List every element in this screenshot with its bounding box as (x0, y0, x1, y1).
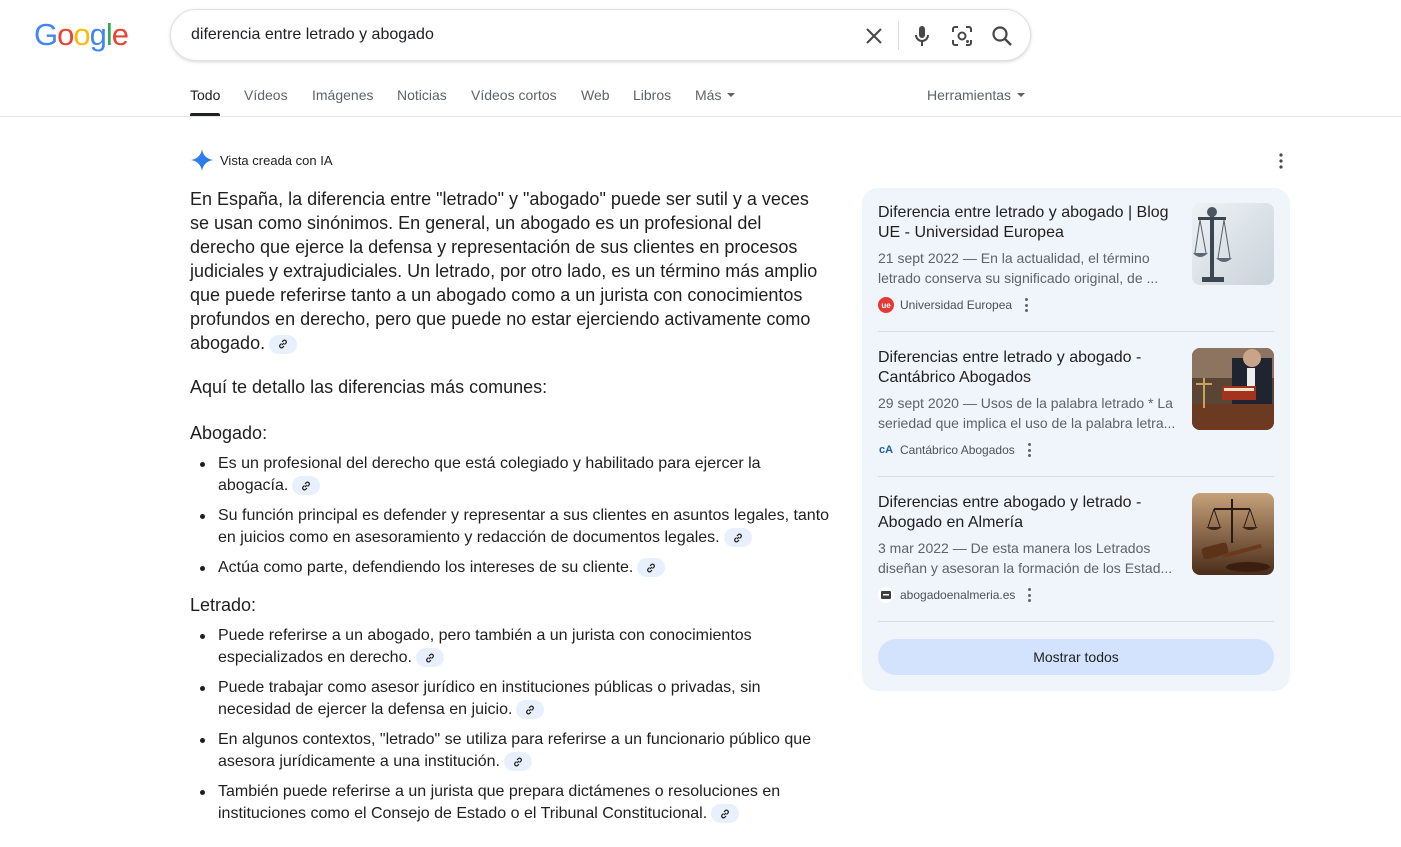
search-divider (898, 21, 899, 50)
source-title[interactable]: Diferencias entre letrado y abogado - Ca… (878, 348, 1178, 388)
tools-button[interactable]: Herramientas (927, 87, 1026, 103)
list-item-text: También puede referirse a un jurista que… (218, 783, 781, 822)
list-item: Su función principal es defender y repre… (190, 505, 830, 549)
letrado-list: Puede referirse a un abogado, pero tambi… (190, 625, 830, 825)
ai-overview-label: Vista creada con IA (220, 152, 333, 168)
card-divider (878, 476, 1274, 477)
tab-videos-cortos[interactable]: Vídeos cortos (471, 87, 557, 103)
cantabrico-favicon-icon: cA (878, 444, 894, 456)
chevron-down-icon (727, 93, 736, 98)
ai-overview-content: En España, la diferencia entre "letrado"… (190, 187, 830, 833)
scales-of-justice-image[interactable] (1192, 203, 1274, 285)
tab-libros[interactable]: Libros (633, 87, 671, 103)
list-item: Puede trabajar como asesor jurídico en i… (190, 677, 830, 721)
more-options-icon[interactable] (1274, 152, 1288, 170)
list-item: En algunos contextos, "letrado" se utili… (190, 729, 830, 773)
tab-mas[interactable]: Más (695, 87, 736, 103)
list-item-text: Puede referirse a un abogado, pero tambi… (218, 627, 752, 666)
judge-gavel-image[interactable] (1192, 493, 1274, 575)
list-item-text: Actúa como parte, defendiendo los intere… (218, 559, 634, 576)
source-title[interactable]: Diferencias entre abogado y letrado - Ab… (878, 493, 1178, 533)
search-input[interactable]: diferencia entre letrado y abogado (191, 26, 434, 44)
header-divider (0, 116, 1401, 117)
ai-overview-header: Vista creada con IA (190, 148, 333, 172)
search-icon[interactable] (989, 23, 1015, 49)
ai-intro-paragraph: En España, la diferencia entre "letrado"… (190, 187, 830, 355)
source-card[interactable]: Diferencias entre letrado y abogado - Ca… (878, 333, 1274, 477)
source-card[interactable]: Diferencia entre letrado y abogado | Blo… (878, 188, 1274, 332)
source-card[interactable]: Diferencias entre abogado y letrado - Ab… (878, 478, 1274, 622)
card-divider (878, 621, 1274, 622)
chevron-down-icon (1017, 93, 1026, 98)
tools-label: Herramientas (927, 87, 1012, 103)
tab-mas-label: Más (695, 87, 722, 103)
logo-letter: e (111, 17, 129, 52)
section-heading-abogado: Abogado: (190, 423, 268, 443)
abogado-list: Es un profesional del derecho que está c… (190, 453, 830, 579)
lawyer-reading-book-image[interactable] (1192, 348, 1274, 430)
tab-todo[interactable]: Todo (190, 87, 220, 103)
citation-link-icon[interactable] (503, 752, 532, 772)
citation-link-icon[interactable] (637, 558, 666, 578)
list-item-text: Puede trabajar como asesor jurídico en i… (218, 679, 761, 718)
list-item: Actúa como parte, defendiendo los intere… (190, 557, 830, 579)
citation-link-icon[interactable] (415, 648, 444, 668)
logo-letter: g (89, 17, 107, 52)
citation-link-icon[interactable] (269, 334, 298, 354)
source-site[interactable]: cA Cantábrico Abogados (878, 442, 1032, 458)
citation-link-icon[interactable] (711, 804, 740, 824)
source-title[interactable]: Diferencia entre letrado y abogado | Blo… (878, 203, 1178, 243)
citation-link-icon[interactable] (723, 528, 752, 548)
source-snippet: 21 sept 2022 — En la actualidad, el térm… (878, 250, 1159, 286)
more-options-icon[interactable] (1027, 443, 1032, 457)
source-site-name: Universidad Europea (900, 298, 1013, 312)
tab-videos[interactable]: Vídeos (244, 87, 288, 103)
citation-link-icon[interactable] (292, 476, 321, 496)
card-divider (878, 331, 1274, 332)
tab-web[interactable]: Web (581, 87, 610, 103)
source-snippet: 3 mar 2022 — De esta manera los Letrados… (878, 540, 1173, 576)
more-options-icon[interactable] (1025, 298, 1029, 312)
source-snippet: 29 sept 2020 — Usos de la palabra letrad… (878, 395, 1176, 431)
source-site[interactable]: ue Universidad Europea (878, 297, 1029, 313)
source-site-name: abogadoenalmeria.es (900, 588, 1016, 602)
list-item: Puede referirse a un abogado, pero tambi… (190, 625, 830, 669)
ai-intro-text: En España, la diferencia entre "letrado"… (190, 189, 818, 353)
tab-noticias[interactable]: Noticias (397, 87, 447, 103)
mic-icon[interactable] (909, 23, 935, 49)
more-options-icon[interactable] (1028, 588, 1032, 602)
source-site[interactable]: abogadoenalmeria.es (878, 587, 1032, 603)
citation-link-icon[interactable] (516, 700, 545, 720)
abogadoenalmeria-favicon-icon (878, 587, 894, 603)
tab-imagenes[interactable]: Imágenes (312, 87, 373, 103)
logo-letter: G (34, 17, 58, 52)
source-site-name: Cantábrico Abogados (900, 443, 1015, 457)
logo-letter: o (57, 17, 74, 52)
section-heading-letrado: Letrado: (190, 595, 257, 615)
ai-intro2: Aquí te detallo las diferencias más comu… (190, 377, 548, 397)
sources-panel: Diferencia entre letrado y abogado | Blo… (862, 188, 1290, 691)
show-all-button[interactable]: Mostrar todos (878, 639, 1274, 675)
close-icon[interactable] (861, 23, 887, 49)
gemini-sparkle-icon (191, 149, 213, 171)
list-item: Es un profesional del derecho que está c… (190, 453, 830, 497)
universidad-europea-favicon-icon: ue (878, 297, 894, 313)
lens-icon[interactable] (949, 23, 975, 49)
list-item: También puede referirse a un jurista que… (190, 781, 830, 825)
search-box[interactable]: diferencia entre letrado y abogado (170, 9, 1031, 61)
logo-letter: o (73, 17, 90, 52)
google-logo[interactable]: Google (34, 17, 129, 53)
